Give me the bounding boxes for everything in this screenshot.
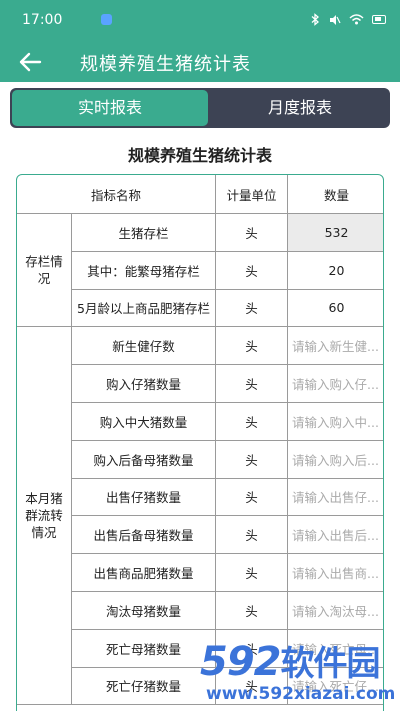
table-title: 规模养殖生猪统计表 xyxy=(127,146,272,165)
unit-cell: 头 xyxy=(216,403,288,441)
quantity-value[interactable]: 60 xyxy=(288,290,383,328)
unit-cell: 头 xyxy=(216,251,288,290)
quantity-input[interactable]: 请输入购入后... xyxy=(288,441,383,479)
unit-cell: 头 xyxy=(216,327,288,366)
quantity-value[interactable]: 532 xyxy=(288,214,383,252)
indicator-name-cell: 5月龄以上商品肥猪存栏 xyxy=(72,289,216,328)
page-title: 规模养殖生猪统计表 xyxy=(80,54,251,75)
indicator-name-cell: 其中：能繁母猪存栏 xyxy=(72,251,216,290)
group-label: 本月猪群流转情况 xyxy=(17,327,72,706)
quantity-value[interactable]: 20 xyxy=(288,252,383,290)
quantity-input[interactable]: 请输入购入仔... xyxy=(288,365,383,403)
tab-realtime-report[interactable]: 实时报表 xyxy=(12,90,208,126)
report-tabs: 实时报表 月度报表 xyxy=(10,88,390,128)
back-arrow-icon xyxy=(19,52,42,72)
battery-icon xyxy=(372,15,386,24)
header-indicator-name: 指标名称 xyxy=(17,175,216,214)
watermark-brand-text: 软件园 xyxy=(280,644,381,684)
indicator-name-cell: 生猪存栏 xyxy=(72,214,216,252)
quantity-input[interactable]: 请输入出售仔... xyxy=(288,479,383,517)
bluetooth-icon xyxy=(311,13,319,26)
status-icons xyxy=(311,13,386,26)
watermark: 592软件园 www.592xiazai.com xyxy=(196,636,400,711)
unit-cell: 头 xyxy=(216,592,288,630)
unit-cell: 头 xyxy=(216,440,288,479)
indicator-name-cell: 出售商品肥猪数量 xyxy=(72,554,216,592)
stats-table: 指标名称 计量单位 数量 存栏情况 生猪存栏头 532 其中：能繁母猪存栏头 20 5月龄以上商… xyxy=(16,174,384,711)
indicator-name-cell: 淘汰母猪数量 xyxy=(72,592,216,630)
quantity-input[interactable]: 请输入出售后... xyxy=(288,516,383,555)
indicator-name-cell: 出售后备母猪数量 xyxy=(72,516,216,555)
watermark-brand: 592软件园 xyxy=(200,636,381,685)
indicator-name-cell: 新生健仔数 xyxy=(72,327,216,366)
group-label: 存栏情况 xyxy=(17,214,72,328)
unit-cell: 头 xyxy=(216,214,288,252)
unit-cell: 头 xyxy=(216,365,288,403)
app-notification-icon xyxy=(101,14,112,25)
app-bar: 规模养殖生猪统计表 xyxy=(0,42,400,82)
header-quantity: 数量 xyxy=(288,175,383,214)
indicator-name-cell: 死亡仔猪数量 xyxy=(72,667,216,706)
wifi-icon xyxy=(349,14,364,25)
watermark-digits: 592 xyxy=(200,639,281,685)
watermark-url: www.592xiazai.com xyxy=(206,684,396,704)
status-bar: 17:00 xyxy=(0,0,400,42)
unit-cell: 头 xyxy=(216,516,288,555)
indicator-name-cell: 死亡母猪数量 xyxy=(72,629,216,668)
indicator-name-cell: 购入后备母猪数量 xyxy=(72,440,216,479)
mute-icon xyxy=(330,14,341,25)
quantity-input[interactable]: 请输入出售商... xyxy=(288,554,383,592)
quantity-input[interactable]: 请输入购入中... xyxy=(288,403,383,441)
back-button[interactable] xyxy=(14,46,50,78)
indicator-name-cell: 购入中大猪数量 xyxy=(72,403,216,441)
indicator-name-cell: 购入仔猪数量 xyxy=(72,365,216,403)
header-unit: 计量单位 xyxy=(216,175,288,214)
status-time: 17:00 xyxy=(22,12,63,28)
tab-monthly-report[interactable]: 月度报表 xyxy=(210,88,390,128)
unit-cell: 头 xyxy=(216,478,288,517)
indicator-name-cell: 出售仔猪数量 xyxy=(72,478,216,517)
unit-cell: 头 xyxy=(216,554,288,592)
unit-cell: 头 xyxy=(216,289,288,328)
quantity-input[interactable]: 请输入淘汰母... xyxy=(288,592,383,630)
quantity-input[interactable]: 请输入新生健... xyxy=(288,327,383,366)
